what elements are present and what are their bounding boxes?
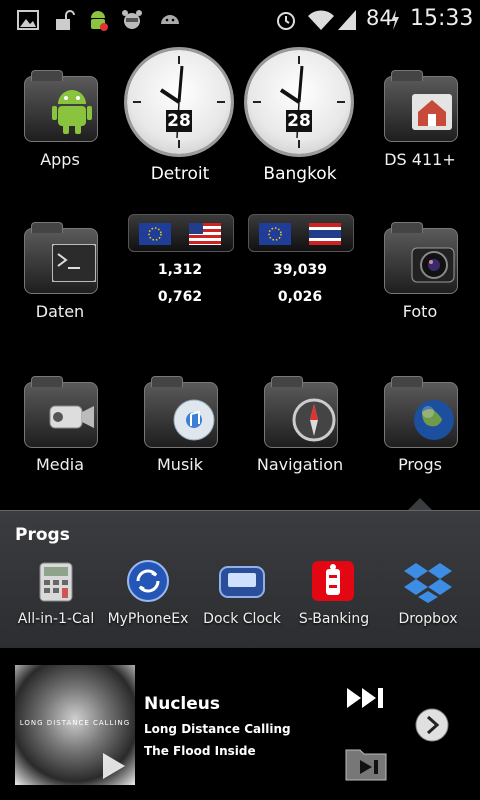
folder-app-label: Dock Clock (203, 611, 281, 627)
folder-app-label: MyPhoneEx (107, 611, 189, 627)
clock-city-label: Detroit (150, 164, 210, 184)
sparkasse-icon (312, 561, 354, 601)
exchange-rate-inverse: 0,762 (157, 289, 203, 305)
analog-clock-face (127, 50, 231, 154)
folder-app-label: S-Banking (298, 611, 370, 627)
music-disc-icon (173, 399, 215, 441)
track-name: The Flood Inside (144, 744, 256, 758)
exchange-rate-inverse: 0,026 (277, 289, 323, 305)
next-track-button[interactable] (345, 686, 389, 710)
folder-panel-pointer (408, 498, 432, 510)
navigation-label: Navigation (256, 455, 344, 474)
compass-icon (292, 398, 336, 442)
album-title: Nucleus (144, 694, 220, 714)
folder-panel: Progs All-in-1-Cal MyPhoneEx Dock Clock (0, 510, 480, 649)
clock-time: 15:33 (410, 6, 474, 31)
clock-hands (253, 56, 345, 148)
foto-label: Foto (402, 302, 438, 321)
play-icon (103, 753, 125, 779)
calculator-icon (39, 562, 73, 602)
daten-label: Daten (35, 302, 85, 321)
exchange-rate: 1,312 (157, 262, 203, 278)
eu-flag-icon (139, 223, 171, 245)
clock-city-label: Bangkok (263, 164, 337, 184)
terminal-icon (52, 244, 96, 282)
camera-icon (411, 247, 455, 283)
folder-app-label: Dropbox (398, 611, 458, 627)
folder-play-icon[interactable] (344, 744, 388, 782)
android-icon (91, 11, 108, 31)
signal-icon (338, 10, 356, 30)
android-icon (161, 15, 179, 24)
android-icon (52, 90, 92, 134)
album-art[interactable]: LONG DISTANCE CALLING (15, 665, 135, 785)
currency-flags-bar (248, 214, 354, 252)
globe-icon (414, 400, 454, 440)
album-art-text: LONG DISTANCE CALLING (19, 719, 131, 727)
clock-hands (133, 56, 225, 148)
raccoon-icon (122, 10, 142, 29)
alarm-icon (277, 12, 295, 30)
apps-label: Apps (40, 150, 80, 169)
image-icon (17, 10, 39, 30)
ds-label: DS 411+ (384, 150, 456, 169)
clock-date: 28 (166, 110, 192, 132)
dropbox-icon (404, 563, 452, 603)
thai-flag-icon (309, 223, 341, 245)
musik-label: Musik (157, 455, 203, 474)
progs-label: Progs (398, 455, 442, 474)
music-widget: LONG DISTANCE CALLING Nucleus Long Dista… (0, 648, 480, 800)
unlock-icon (56, 10, 75, 30)
battery-level: 84 (366, 6, 393, 30)
folder-app-label: All-in-1-Cal (17, 611, 95, 627)
chevron-right-icon[interactable] (415, 708, 449, 742)
status-bar: 84 15:33 (0, 0, 480, 40)
video-camera-icon (49, 405, 94, 429)
folder-panel-title: Progs (15, 525, 70, 545)
wifi-icon (308, 10, 334, 30)
media-label: Media (35, 455, 85, 474)
analog-clock-face (247, 50, 351, 154)
eu-flag-icon (259, 223, 291, 245)
sync-icon (127, 560, 169, 602)
artist-name: Long Distance Calling (144, 722, 291, 736)
us-flag-icon (189, 223, 221, 245)
clock-date: 28 (286, 110, 312, 132)
exchange-rate: 39,039 (272, 262, 328, 278)
dock-clock-icon (219, 566, 265, 598)
currency-flags-bar (128, 214, 234, 252)
nas-icon (412, 94, 452, 130)
charging-icon (391, 10, 399, 30)
